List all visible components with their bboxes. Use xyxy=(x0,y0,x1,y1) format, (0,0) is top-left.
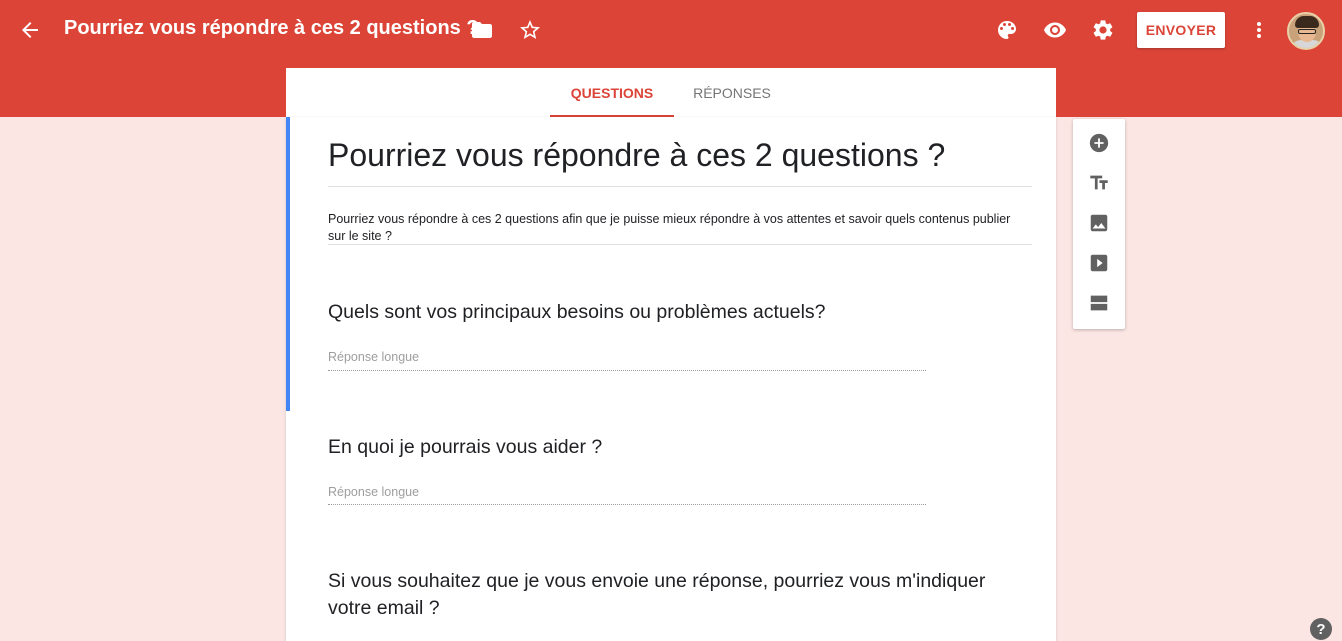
tab-responses[interactable]: RÉPONSES xyxy=(682,68,782,117)
question-title[interactable]: En quoi je pourrais vous aider ? xyxy=(328,434,1018,461)
folder-icon xyxy=(472,22,492,38)
add-video-button[interactable] xyxy=(1087,251,1111,275)
more-vert-icon xyxy=(1257,22,1261,38)
add-image-button[interactable] xyxy=(1087,211,1111,235)
preview-button[interactable] xyxy=(1035,10,1075,50)
tab-questions[interactable]: QUESTIONS xyxy=(550,68,674,117)
send-button[interactable]: ENVOYER xyxy=(1137,12,1225,48)
eye-icon xyxy=(1044,22,1066,38)
section-icon xyxy=(1090,295,1108,311)
star-button[interactable] xyxy=(510,10,550,50)
add-section-button[interactable] xyxy=(1087,291,1111,315)
back-button[interactable] xyxy=(10,10,50,50)
form-title[interactable]: Pourriez vous répondre à ces 2 questions… xyxy=(328,137,945,174)
help-button[interactable]: ? xyxy=(1310,618,1332,640)
add-title-button[interactable] xyxy=(1087,171,1111,195)
more-options-button[interactable] xyxy=(1239,10,1279,50)
question-title[interactable]: Quels sont vos principaux besoins ou pro… xyxy=(328,299,1018,326)
theme-palette-button[interactable] xyxy=(987,10,1027,50)
answer-underline xyxy=(328,370,926,371)
description-divider xyxy=(328,244,1032,245)
active-section-indicator xyxy=(286,117,290,411)
long-answer-placeholder: Réponse longue xyxy=(328,350,420,364)
star-outline-icon xyxy=(520,20,540,39)
title-text-icon xyxy=(1090,175,1108,190)
answer-underline xyxy=(328,504,926,505)
title-divider xyxy=(328,186,1032,187)
image-icon xyxy=(1090,214,1108,232)
floating-toolbar xyxy=(1073,119,1125,329)
add-question-icon xyxy=(1089,133,1109,153)
form-description[interactable]: Pourriez vous répondre à ces 2 questions… xyxy=(328,211,1018,245)
form-card: Pourriez vous répondre à ces 2 questions… xyxy=(286,117,1056,641)
move-to-folder-button[interactable] xyxy=(462,10,502,50)
settings-button[interactable] xyxy=(1083,10,1123,50)
header-form-title: Pourriez vous répondre à ces 2 questions… xyxy=(64,17,479,39)
long-answer-placeholder: Réponse longue xyxy=(328,485,420,499)
account-avatar[interactable] xyxy=(1287,12,1325,50)
gear-icon xyxy=(1093,20,1113,40)
palette-icon xyxy=(998,21,1016,39)
add-question-button[interactable] xyxy=(1087,131,1111,155)
video-icon xyxy=(1090,254,1108,272)
tab-bar: QUESTIONS RÉPONSES xyxy=(286,68,1056,117)
arrow-back-icon xyxy=(22,22,38,38)
question-title[interactable]: Si vous souhaitez que je vous envoie une… xyxy=(328,568,1028,622)
